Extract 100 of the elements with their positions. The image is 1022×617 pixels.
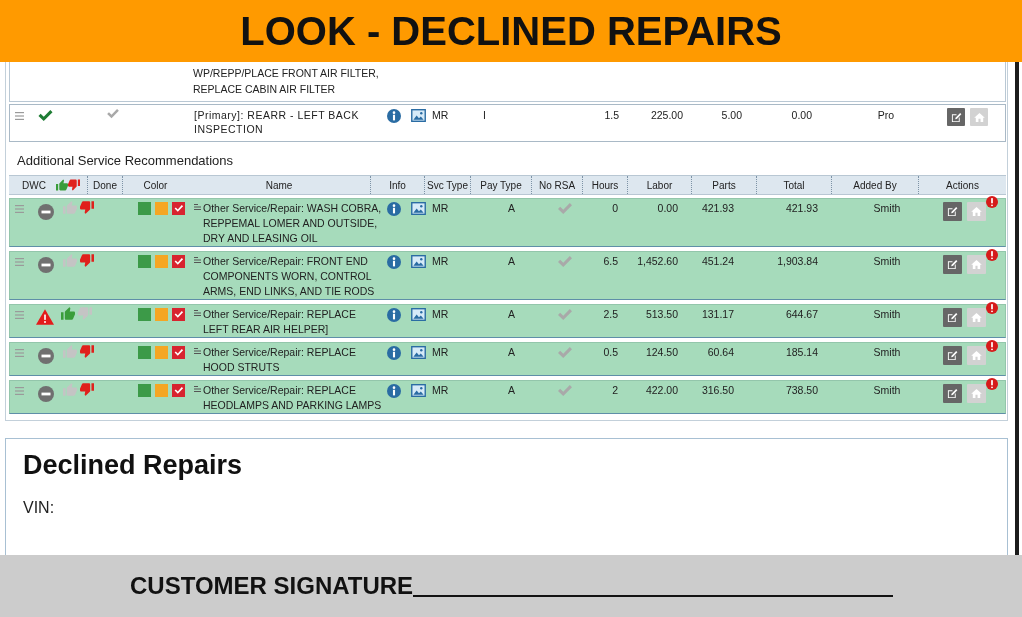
service-name: Other Service/Repair: REPLACE LEFT REAR AIR HELPER] <box>203 307 357 337</box>
pay-type: A <box>508 345 515 360</box>
edit-button[interactable] <box>947 108 965 126</box>
hours-value: 2.5 <box>603 307 618 322</box>
total-value: 185.14 <box>785 345 818 360</box>
edit-button[interactable] <box>943 384 962 403</box>
signature-label: CUSTOMER SIGNATURE <box>130 572 414 600</box>
color-swatch-icon[interactable] <box>155 202 168 215</box>
edit-button[interactable] <box>943 308 962 327</box>
panel-title: Declined Repairs <box>23 449 243 481</box>
image-icon[interactable] <box>411 202 426 215</box>
column-header: DWC <box>22 179 46 191</box>
color-swatch-icon[interactable] <box>138 202 151 215</box>
column-header: Parts <box>712 179 736 191</box>
drag-handle-icon[interactable] <box>15 258 24 266</box>
section-title: Additional Service Recommendations <box>17 153 234 169</box>
thumbs-down-icon[interactable] <box>80 254 94 267</box>
total-value: 738.50 <box>785 383 818 398</box>
column-header: No RSA <box>538 179 576 191</box>
info-icon[interactable] <box>387 255 401 269</box>
svc-type: MR <box>432 383 449 398</box>
info-icon[interactable] <box>387 384 401 398</box>
labor-value: 0.00 <box>657 201 678 216</box>
service-name: Other Service/Repair: REPLACE HOOD STRUTS <box>203 345 357 375</box>
drag-handle-icon[interactable] <box>15 112 24 120</box>
pay-type: A <box>508 307 515 322</box>
image-icon[interactable] <box>411 346 426 359</box>
edit-button[interactable] <box>943 346 962 365</box>
house-icon <box>971 389 982 398</box>
thumbs-up-icon <box>55 179 68 191</box>
image-icon[interactable] <box>411 308 426 321</box>
info-icon[interactable] <box>387 202 401 216</box>
lines-icon <box>194 348 201 354</box>
service-name: [Primary]: REARR - LEFT BACK INSPECTION <box>194 108 360 136</box>
color-swatch-icon[interactable] <box>138 346 151 359</box>
svc-type: MR <box>432 254 449 269</box>
color-swatch-icon[interactable] <box>155 384 168 397</box>
thumbs-up-icon[interactable] <box>63 201 77 214</box>
color-swatch-icon[interactable] <box>138 308 151 321</box>
edit-button[interactable] <box>943 202 962 221</box>
parts-value: 451.24 <box>701 254 734 269</box>
column-header: Color <box>143 179 168 191</box>
info-icon[interactable] <box>387 308 401 322</box>
info-icon[interactable] <box>387 109 401 123</box>
thumbs-down-icon[interactable] <box>80 383 94 396</box>
thumbs-up-icon[interactable] <box>63 383 77 396</box>
service-name: Other Service/Repair: WASH COBRA, REPPEMAL LOMER AND OUTSIDE, DRY AND LEASING OIL <box>203 201 383 246</box>
column-header: Done <box>93 179 117 191</box>
edit-icon <box>950 111 962 123</box>
added-by: Smith <box>873 307 901 322</box>
labor-value: 422.00 <box>645 383 678 398</box>
color-swatch-icon[interactable] <box>172 346 185 359</box>
thumbs-down-icon[interactable] <box>78 307 92 320</box>
color-swatch-icon[interactable] <box>155 308 168 321</box>
drag-handle-icon[interactable] <box>15 387 24 395</box>
color-swatch-icon[interactable] <box>172 384 185 397</box>
thumbs-down-icon[interactable] <box>80 201 94 214</box>
thumbs-up-icon[interactable] <box>63 345 77 358</box>
edit-button[interactable] <box>943 255 962 274</box>
image-icon[interactable] <box>411 384 426 397</box>
drag-handle-icon[interactable] <box>15 311 24 319</box>
hours-value: 2 <box>612 383 618 398</box>
color-swatch-icon[interactable] <box>172 308 185 321</box>
thumbs-up-icon[interactable] <box>61 307 75 320</box>
edit-icon <box>947 350 958 361</box>
image-icon[interactable] <box>411 109 426 122</box>
column-header: Info <box>389 179 406 191</box>
parts-value: 316.50 <box>701 383 734 398</box>
hours-value: 1.5 <box>604 108 619 122</box>
color-swatch-icon[interactable] <box>138 384 151 397</box>
house-icon <box>971 351 982 360</box>
thumbs-up-icon[interactable] <box>63 254 77 267</box>
color-swatch-icon[interactable] <box>155 255 168 268</box>
column-header: Name <box>265 179 293 191</box>
color-swatch-icon[interactable] <box>138 255 151 268</box>
added-by: Smith <box>873 345 901 360</box>
column-header: Total <box>783 179 805 191</box>
house-icon <box>973 112 985 122</box>
column-header: Added By <box>853 179 897 191</box>
color-swatch-icon[interactable] <box>155 346 168 359</box>
info-icon[interactable] <box>387 346 401 360</box>
color-swatch-icon[interactable] <box>172 255 185 268</box>
house-icon <box>971 260 982 269</box>
thumbs-down-icon[interactable] <box>80 345 94 358</box>
drag-handle-icon[interactable] <box>15 205 24 213</box>
color-swatch-icon[interactable] <box>172 202 185 215</box>
parts-value: 421.93 <box>701 201 734 216</box>
total-value: 1,903.84 <box>777 254 818 269</box>
service-name: Other Service/Repair: REPLACE HEODLAMPS AND PARKING LAMPS <box>203 383 383 413</box>
banner-title: LOOK - DECLINED REPAIRS <box>240 8 782 54</box>
image-icon[interactable] <box>411 255 426 268</box>
hours-value: 0 <box>612 201 618 216</box>
house-icon <box>971 313 982 322</box>
lines-icon <box>194 310 201 316</box>
hours-value: 6.5 <box>603 254 618 269</box>
column-header: Svc Type <box>427 179 468 191</box>
lines-icon <box>194 204 201 210</box>
svc-type: MR <box>432 307 449 322</box>
drag-handle-icon[interactable] <box>15 349 24 357</box>
pay-type: A <box>508 201 515 216</box>
